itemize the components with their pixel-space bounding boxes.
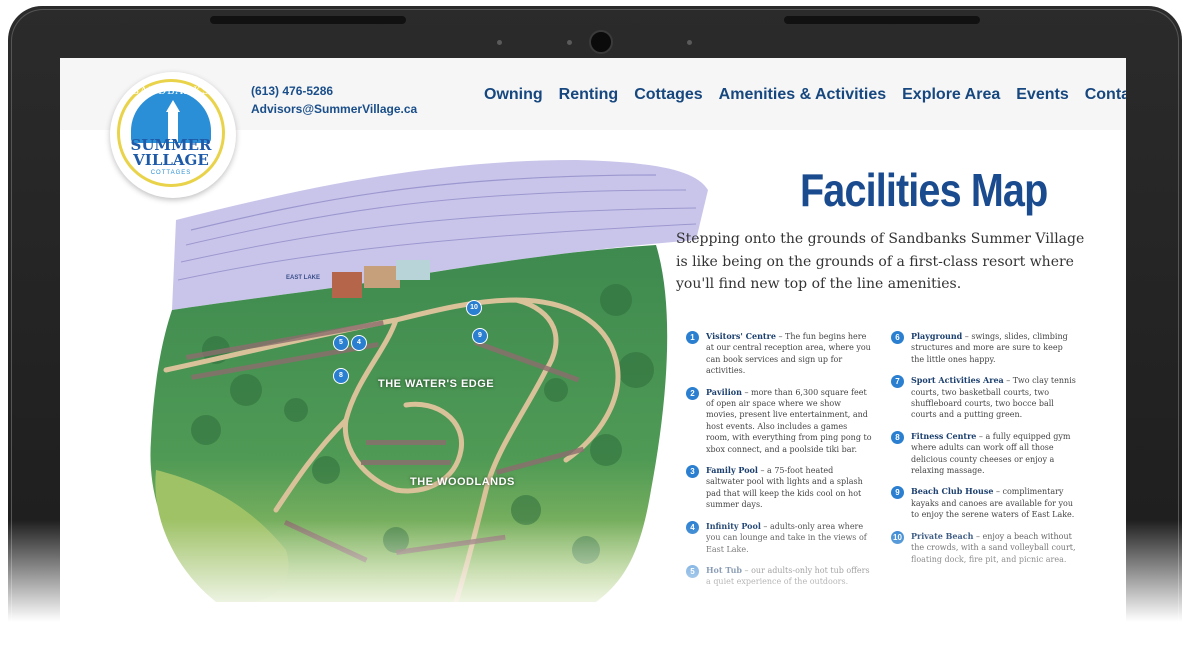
list-item: 4 Infinity Pool – adults-only area where … (686, 520, 872, 555)
map-pin[interactable]: 4 (351, 335, 367, 351)
list-item: 9 Beach Club House – complimentary kayaks… (891, 486, 1077, 520)
facilities-map: EAST LAKE THE WATER'S EDGE THE WOODLANDS… (96, 150, 710, 602)
list-item: 6 Playground – swings, slides, climbing s… (891, 331, 1077, 365)
number-badge: 1 (686, 331, 699, 344)
phone-link[interactable]: (613) 476-5286 (251, 82, 417, 100)
logo-line-2: VILLAGE (133, 151, 209, 169)
nav-renting[interactable]: Renting (559, 86, 619, 104)
map-illustration (150, 160, 708, 602)
number-badge: 4 (686, 520, 699, 534)
bezel-notch-right (784, 16, 980, 24)
item-name: Private Beach (911, 530, 974, 541)
map-pin[interactable]: 5 (333, 335, 349, 351)
list-item: 2 Pavilion – more than 6,300 square feet … (686, 386, 872, 455)
main-nav: Owning Renting Cottages Amenities & Acti… (484, 86, 1126, 104)
number-badge: 5 (686, 564, 699, 578)
nav-contact[interactable]: Contact (1085, 86, 1126, 104)
item-name: Hot Tub (706, 564, 743, 575)
map-pin[interactable]: 9 (472, 328, 488, 344)
item-name: Visitors' Centre (706, 331, 776, 341)
number-badge: 8 (891, 430, 904, 444)
area-label-waters-edge: THE WATER'S EDGE (378, 378, 495, 390)
contact-info: (613) 476-5286 Advisors@SummerVillage.ca (251, 82, 417, 118)
number-badge: 2 (686, 386, 699, 400)
bezel-notch-left (210, 16, 406, 24)
number-badge: 9 (891, 486, 904, 500)
list-item: 8 Fitness Centre – a fully equipped gym w… (891, 430, 1077, 477)
item-name: Infinity Pool (706, 520, 761, 531)
item-name: Sport Activities Area (911, 375, 1004, 386)
list-item: 7 Sport Activities Area – Two clay tennis… (891, 375, 1077, 421)
number-badge: 7 (891, 375, 904, 389)
email-link[interactable]: Advisors@SummerVillage.ca (251, 100, 417, 118)
nav-owning[interactable]: Owning (484, 86, 543, 104)
list-item: 1 Visitors' Centre – The fun begins here … (686, 331, 872, 377)
logo-arc-text: SANDBANKS (132, 86, 210, 97)
map-pin[interactable]: 10 (466, 300, 482, 316)
sensor-dot (497, 40, 502, 45)
list-item: 10 Private Beach – enjoy a beach without … (891, 530, 1077, 565)
nav-cottages[interactable]: Cottages (634, 86, 702, 104)
sensor-dot (567, 40, 572, 45)
laptop-screen: (613) 476-5286 Advisors@SummerVillage.ca… (60, 58, 1126, 661)
number-badge: 3 (686, 465, 699, 479)
site-logo[interactable]: SANDBANKS SUMMER VILLAGE COTTAGES (110, 72, 236, 198)
sensor-dot (687, 40, 692, 45)
list-item: 3 Family Pool – a 75-foot heated saltwate… (686, 465, 872, 511)
nav-events[interactable]: Events (1016, 86, 1068, 104)
item-desc: – more than 6,300 square feet of open ai… (706, 387, 872, 454)
item-name: Fitness Centre (911, 430, 977, 441)
number-badge: 10 (891, 530, 904, 544)
item-name: Beach Club House (911, 486, 994, 497)
webcam-icon (589, 30, 613, 54)
lake-label: EAST LAKE (286, 275, 321, 281)
item-name: Family Pool (706, 465, 758, 476)
logo-ring: SANDBANKS SUMMER VILLAGE COTTAGES (117, 79, 225, 187)
logo-line-3: COTTAGES (150, 170, 192, 176)
facilities-list-left: 1 Visitors' Centre – The fun begins here … (686, 331, 872, 598)
number-badge: 6 (891, 331, 904, 344)
facilities-list-right: 6 Playground – swings, slides, climbing s… (891, 331, 1077, 575)
area-label-woodlands: THE WOODLANDS (410, 476, 515, 488)
map-pin[interactable]: 8 (333, 368, 349, 384)
list-item: 5 Hot Tub – our adults-only hot tub offer… (686, 564, 872, 588)
item-name: Pavilion (706, 386, 742, 397)
item-name: Playground (911, 331, 963, 341)
page-title: Facilities Map (800, 164, 1048, 216)
nav-amenities-activities[interactable]: Amenities & Activities (719, 86, 886, 104)
intro-text: Stepping onto the grounds of Sandbanks S… (676, 231, 1085, 292)
nav-explore-area[interactable]: Explore Area (902, 86, 1000, 104)
